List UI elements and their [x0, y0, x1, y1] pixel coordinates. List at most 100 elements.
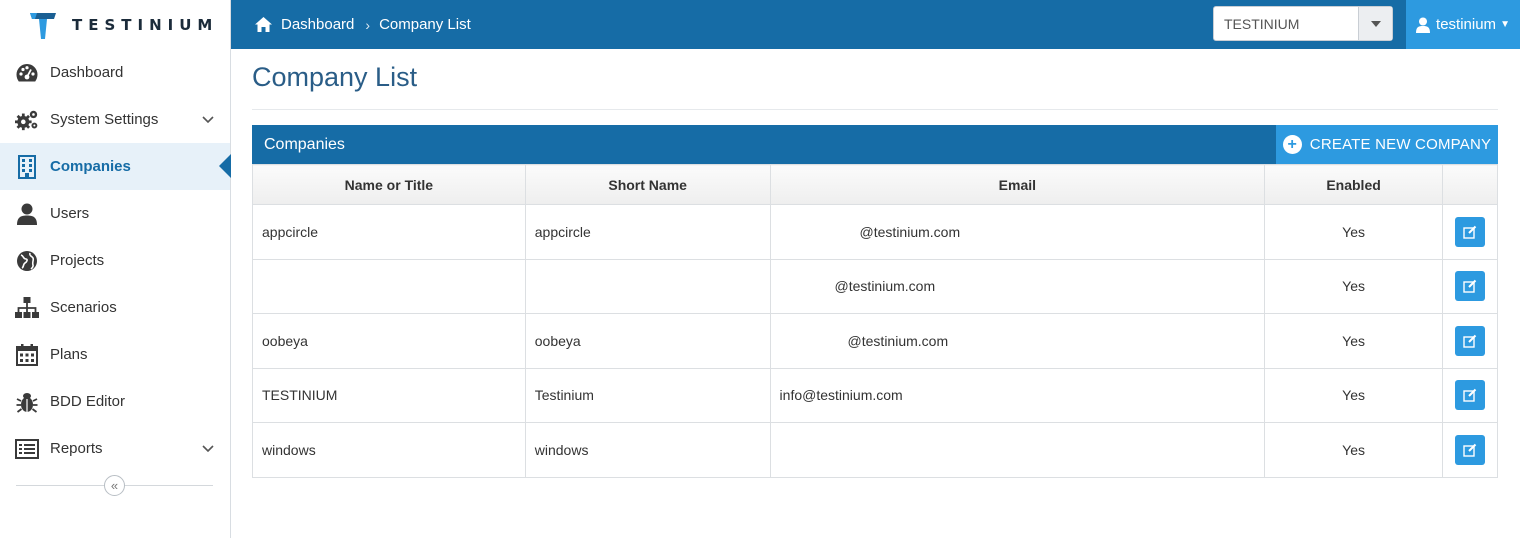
cell-email: @testinium.com	[769, 258, 1266, 314]
create-company-label: CREATE NEW COMPANY	[1309, 136, 1492, 153]
column-header-short-name[interactable]: Short Name	[524, 164, 771, 205]
caret-down-icon: ▼	[1500, 19, 1510, 30]
sidebar-item-label: Reports	[50, 440, 103, 457]
title-divider	[252, 109, 1498, 110]
companies-table: Name or Title Short Name Email Enabled a…	[252, 164, 1499, 478]
sidebar-item-label: Dashboard	[50, 64, 124, 81]
calendar-icon	[15, 343, 39, 367]
edit-button[interactable]	[1454, 325, 1485, 356]
sidebar-item-bdd-editor[interactable]: BDD Editor	[0, 378, 230, 425]
collapse-sidebar-icon[interactable]: «	[104, 475, 125, 496]
globe-icon	[15, 249, 39, 273]
table-row: @testinium.com Yes	[252, 258, 1499, 314]
cell-actions	[1441, 422, 1499, 478]
sidebar-item-reports[interactable]: Reports	[0, 425, 230, 472]
user-icon	[1416, 17, 1431, 33]
column-header-enabled[interactable]: Enabled	[1264, 164, 1443, 205]
company-selector[interactable]: TESTINIUM	[1213, 6, 1393, 41]
table-row: appcircle appcircle @testinium.com Yes	[252, 204, 1499, 260]
sidebar-item-label: Users	[50, 205, 90, 222]
user-menu[interactable]: testinium ▼	[1406, 0, 1520, 49]
edit-icon	[1463, 334, 1477, 348]
sidebar-item-projects[interactable]: Projects	[0, 237, 230, 284]
sidebar-item-scenarios[interactable]: Scenarios	[0, 284, 230, 331]
column-header-name[interactable]: Name or Title	[252, 164, 526, 205]
home-icon[interactable]	[254, 16, 273, 33]
cell-enabled: Yes	[1264, 204, 1443, 260]
brand-logo[interactable]: TESTINIUM	[0, 0, 231, 49]
company-selector-value: TESTINIUM	[1224, 15, 1300, 32]
bug-icon	[15, 390, 39, 414]
cell-name: windows	[252, 422, 526, 478]
cell-enabled: Yes	[1264, 367, 1443, 423]
cell-enabled: Yes	[1264, 258, 1443, 314]
page-title: Company List	[252, 62, 418, 92]
cell-short-name: windows	[524, 422, 771, 478]
sidebar-item-companies[interactable]: Companies	[0, 143, 231, 190]
sidebar-item-label: Scenarios	[50, 299, 117, 316]
breadcrumb: Dashboard › Company List	[254, 0, 471, 49]
cell-short-name: appcircle	[524, 204, 771, 260]
sidebar-item-plans[interactable]: Plans	[0, 331, 230, 378]
edit-button[interactable]	[1454, 271, 1485, 302]
plus-circle-icon: +	[1282, 135, 1302, 154]
edit-icon	[1463, 280, 1477, 293]
table-header-row: Name or Title Short Name Email Enabled	[252, 164, 1499, 205]
building-icon	[15, 154, 39, 179]
cell-email: @testinium.com	[769, 204, 1266, 260]
sidebar-item-dashboard[interactable]: Dashboard	[0, 49, 230, 96]
sidebar: Dashboard System Settings Companies User…	[0, 49, 231, 538]
edit-button[interactable]	[1454, 434, 1485, 465]
cell-actions	[1441, 258, 1499, 314]
table-row: windows windows Yes	[252, 422, 1499, 478]
cell-actions	[1441, 313, 1499, 369]
table-row: oobeya oobeya @testinium.com Yes	[252, 313, 1499, 369]
edit-icon	[1463, 225, 1477, 239]
cell-enabled: Yes	[1264, 422, 1443, 478]
brand-name: TESTINIUM	[72, 15, 219, 34]
cell-email	[769, 422, 1266, 478]
cell-short-name: Testinium	[524, 367, 771, 423]
sidebar-item-label: Projects	[50, 252, 105, 269]
chevron-down-icon	[202, 440, 214, 457]
cell-email: @testinium.com	[769, 313, 1266, 369]
cell-short-name	[524, 258, 771, 314]
cell-actions	[1441, 204, 1499, 260]
cell-email: info@testinium.com	[769, 367, 1266, 423]
breadcrumb-current: Company List	[379, 16, 471, 33]
username: testinium	[1436, 16, 1497, 33]
edit-button[interactable]	[1454, 380, 1485, 411]
sidebar-item-label: System Settings	[50, 111, 159, 128]
sidebar-item-system-settings[interactable]: System Settings	[0, 96, 230, 143]
column-header-email[interactable]: Email	[769, 164, 1266, 205]
testinium-logo-icon	[28, 10, 58, 40]
table-row: TESTINIUM Testinium info@testinium.com Y…	[252, 367, 1499, 423]
breadcrumb-dashboard-link[interactable]: Dashboard	[281, 16, 354, 33]
top-bar: TESTINIUM Dashboard › Company List TESTI…	[0, 0, 1520, 49]
create-company-button[interactable]: + CREATE NEW COMPANY	[1276, 125, 1498, 164]
cell-name: appcircle	[252, 204, 526, 260]
sidebar-item-label: BDD Editor	[50, 393, 126, 410]
cell-name: TESTINIUM	[252, 367, 526, 423]
sitemap-icon	[15, 296, 39, 320]
edit-icon	[1463, 389, 1477, 402]
gears-icon	[15, 108, 39, 132]
cell-actions	[1441, 367, 1499, 423]
sidebar-item-label: Companies	[50, 158, 131, 175]
column-header-actions	[1441, 164, 1499, 205]
cell-name	[252, 258, 526, 314]
panel-title: Companies	[264, 135, 345, 153]
sidebar-item-users[interactable]: Users	[0, 190, 230, 237]
dashboard-icon	[15, 61, 39, 85]
cell-short-name: oobeya	[524, 313, 771, 369]
sidebar-item-label: Plans	[50, 346, 88, 363]
user-icon	[15, 202, 39, 226]
cell-enabled: Yes	[1264, 313, 1443, 369]
list-icon	[15, 437, 39, 461]
cell-name: oobeya	[252, 313, 526, 369]
edit-button[interactable]	[1454, 216, 1485, 247]
edit-icon	[1463, 443, 1477, 457]
breadcrumb-separator-icon: ›	[365, 16, 371, 33]
chevron-down-icon	[202, 111, 214, 128]
chevron-down-icon[interactable]	[1358, 7, 1392, 40]
